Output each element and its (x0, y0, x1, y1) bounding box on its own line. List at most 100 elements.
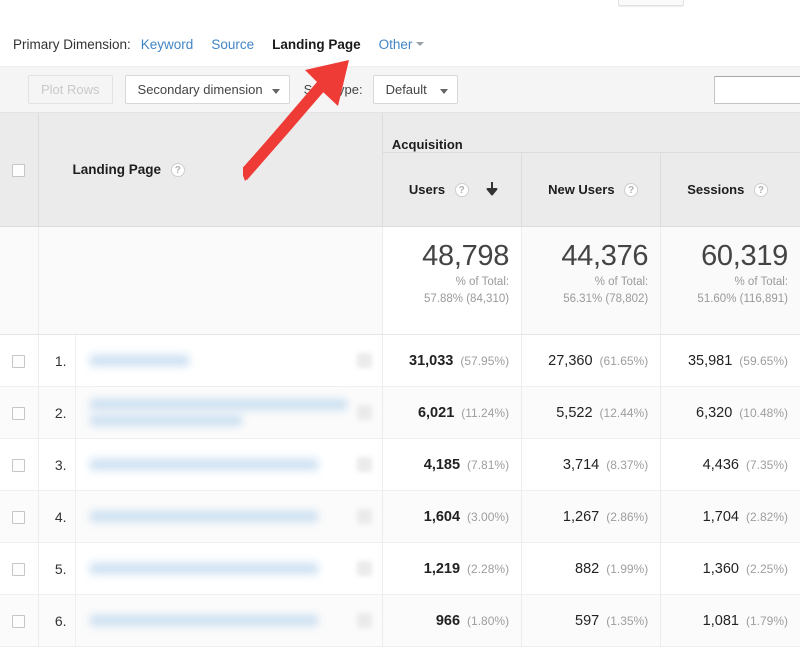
report-table: Landing Page ? Acquisition Users ? New U… (0, 113, 800, 647)
select-all-checkbox[interactable] (12, 164, 26, 178)
row-checkbox[interactable] (12, 563, 26, 577)
totals-sessions-value: 60,319 (701, 240, 788, 272)
row-new-users-cell-percent: (61.65%) (599, 353, 649, 368)
redaction-bar (89, 615, 318, 626)
row-sessions-cell-value: 1,360 (702, 560, 739, 577)
row-new-users-cell-percent: (1.35%) (606, 613, 649, 628)
totals-sessions-of-total-label: % of Total: (734, 276, 789, 288)
primary-dimension-other[interactable]: Other (379, 37, 413, 52)
plot-rows-button[interactable]: Plot Rows (28, 75, 113, 104)
totals-sessions-of-total-value: 51.60% (116,891) (697, 293, 788, 305)
row-users-cell-percent: (11.24%) (461, 405, 510, 420)
row-sessions-cell-percent: (10.48%) (739, 405, 788, 420)
help-icon[interactable]: ? (753, 183, 768, 197)
row-users-cell-value: 6,021 (417, 404, 455, 421)
table-row: 6. 966 (1.80%) 597 (1.35%) 1,081 (1.79%) (0, 594, 800, 647)
row-users-cell-value: 4,185 (423, 456, 461, 473)
secondary-dimension-button[interactable]: Secondary dimension (124, 75, 290, 104)
row-action-icon[interactable] (356, 560, 372, 576)
redaction-bar (89, 355, 189, 366)
totals-checkbox-cell (0, 226, 39, 335)
row-landing-page-link[interactable] (75, 334, 383, 387)
totals-users-of-total-value: 57.88% (84,310) (424, 293, 510, 305)
column-header-new-users[interactable]: New Users ? (521, 152, 661, 227)
row-landing-page-link[interactable] (75, 490, 383, 543)
row-checkbox[interactable] (12, 511, 26, 525)
row-landing-page-link[interactable] (75, 438, 383, 491)
row-landing-page-link[interactable] (75, 542, 383, 595)
totals-users-cell: 48,798 % of Total: 57.88% (84,310) (381, 226, 522, 335)
row-sessions-cell-percent: (59.65%) (739, 353, 788, 368)
row-users-cell-percent: (2.28%) (467, 561, 510, 576)
redacted-landing-page (89, 563, 382, 574)
row-checkbox[interactable] (12, 407, 26, 421)
row-landing-page-link[interactable] (75, 594, 383, 647)
row-users-cell: 1,604 (3.00%) (381, 490, 522, 543)
sort-type-value: Default (385, 82, 427, 97)
column-header-users-label: Users (408, 182, 446, 197)
row-landing-page-link[interactable] (75, 386, 383, 439)
google-analytics-landing-page-report: Primary Dimension: Keyword Source Landin… (0, 0, 800, 670)
row-sessions-cell-value: 1,081 (702, 612, 739, 629)
row-new-users-cell-value: 5,522 (556, 404, 593, 421)
row-checkbox-cell (0, 386, 39, 439)
sort-type-label: Sort Type: (303, 82, 363, 97)
table-row: 4. 1,604 (3.00%) 1,267 (2.86%) 1,704 (2.82%) (0, 490, 800, 543)
dimension-header[interactable]: Landing Page ? (38, 113, 383, 227)
row-users-cell-percent: (57.95%) (460, 353, 510, 368)
row-action-icon[interactable] (356, 456, 372, 472)
row-sessions-cell-percent: (2.25%) (745, 561, 788, 576)
row-index: 5. (38, 542, 76, 595)
row-checkbox-cell (0, 438, 39, 491)
redaction-bar (89, 399, 347, 410)
primary-dimension-label: Primary Dimension: (13, 36, 131, 52)
sort-descending-icon[interactable] (485, 181, 499, 198)
row-sessions-cell: 1,704 (2.82%) (660, 490, 800, 543)
row-sessions-cell: 4,436 (7.35%) (660, 438, 800, 491)
primary-dimension-landing-page[interactable]: Landing Page (272, 37, 361, 52)
search-input[interactable] (714, 76, 800, 104)
row-users-cell: 966 (1.80%) (381, 594, 522, 647)
row-new-users-cell-percent: (12.44%) (599, 405, 649, 420)
row-action-icon[interactable] (356, 612, 372, 628)
redacted-landing-page (89, 355, 382, 366)
primary-dimension-bar: Primary Dimension: Keyword Source Landin… (0, 24, 800, 64)
column-header-users[interactable]: Users ? (381, 152, 522, 227)
row-action-icon[interactable] (356, 352, 372, 368)
row-users-cell-value: 1,604 (423, 508, 461, 525)
primary-dimension-source[interactable]: Source (211, 37, 254, 52)
row-action-icon[interactable] (356, 508, 372, 524)
row-users-cell-value: 966 (435, 612, 461, 629)
secondary-dimension-label: Secondary dimension (137, 82, 263, 97)
row-action-icon[interactable] (356, 404, 372, 420)
table-header-group-row: Landing Page ? Acquisition (0, 113, 800, 227)
chevron-down-icon[interactable] (416, 41, 425, 46)
table-toolbar: Plot Rows Secondary dimension Sort Type:… (0, 66, 800, 113)
chevron-down-icon (439, 89, 448, 94)
cut-off-toolbar-button[interactable] (618, 0, 684, 6)
row-checkbox-cell (0, 490, 39, 543)
row-sessions-cell: 6,320 (10.48%) (660, 386, 800, 439)
row-index: 2. (38, 386, 76, 439)
column-header-new-users-label: New Users (548, 182, 615, 197)
totals-new-users-cell: 44,376 % of Total: 56.31% (78,802) (521, 226, 661, 335)
row-checkbox[interactable] (12, 615, 26, 629)
sort-type-select[interactable]: Default (372, 75, 458, 104)
row-checkbox[interactable] (12, 459, 26, 473)
row-index: 1. (38, 334, 76, 387)
help-icon[interactable]: ? (454, 183, 469, 197)
row-new-users-cell-value: 3,714 (562, 456, 600, 473)
row-new-users-cell-value: 597 (575, 612, 600, 629)
row-users-cell-percent: (7.81%) (467, 457, 510, 472)
help-icon[interactable]: ? (624, 183, 639, 197)
primary-dimension-keyword[interactable]: Keyword (141, 37, 194, 52)
row-checkbox[interactable] (12, 355, 26, 369)
row-sessions-cell-value: 6,320 (696, 404, 733, 421)
row-checkbox-cell (0, 542, 39, 595)
dimension-header-label: Landing Page (72, 162, 162, 177)
row-new-users-cell: 597 (1.35%) (521, 594, 661, 647)
column-header-sessions[interactable]: Sessions ? (660, 152, 800, 227)
row-new-users-cell-value: 882 (575, 560, 600, 577)
help-icon[interactable]: ? (170, 163, 185, 177)
row-sessions-cell: 1,360 (2.25%) (660, 542, 800, 595)
